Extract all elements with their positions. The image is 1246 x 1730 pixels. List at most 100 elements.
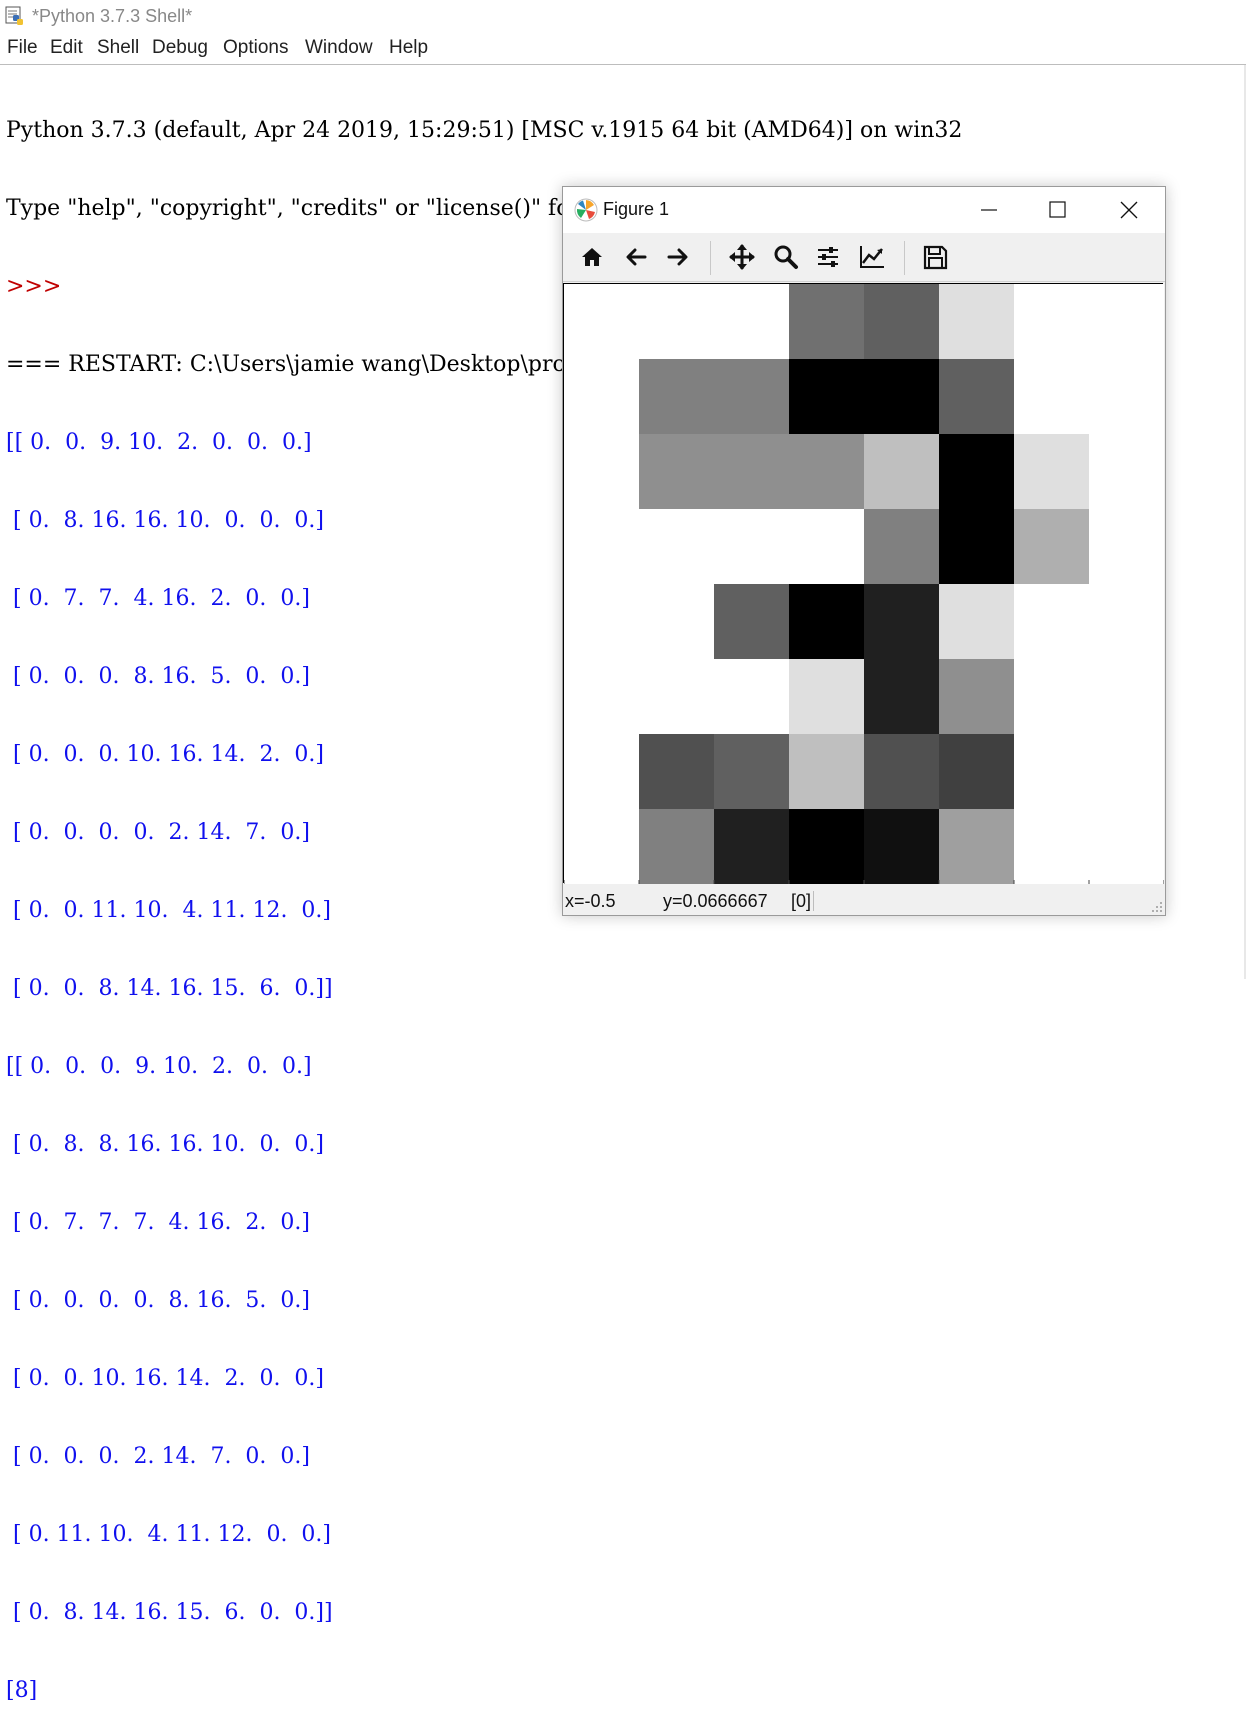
heatmap-cell — [1089, 584, 1164, 660]
forward-icon[interactable] — [663, 242, 693, 272]
heatmap-cell — [1089, 659, 1164, 735]
heatmap-cell — [789, 734, 865, 810]
digit-image — [564, 284, 1164, 884]
heatmap-cell — [714, 584, 790, 660]
heatmap-cell — [864, 659, 940, 735]
heatmap-cell — [1014, 359, 1090, 435]
heatmap-cell — [939, 509, 1015, 585]
heatmap-cell — [639, 434, 715, 510]
output-line: [ 0. 7. 7. 7. 4. 16. 2. 0.] — [6, 1210, 310, 1235]
heatmap-cell — [714, 509, 790, 585]
menu-help[interactable]: Help — [389, 37, 428, 59]
heatmap-cell — [564, 659, 640, 735]
figure-window: Figure 1 x=-0.5 y=0.0666667 [0] — [562, 186, 1166, 916]
heatmap-cell — [1014, 659, 1090, 735]
heatmap-cell — [714, 359, 790, 435]
figure-title: Figure 1 — [603, 199, 670, 219]
toolbar-separator — [710, 241, 711, 275]
menu-shell[interactable]: Shell — [97, 37, 139, 59]
maximize-button[interactable] — [1029, 191, 1085, 229]
heatmap-cell — [939, 809, 1015, 884]
matplotlib-logo-icon — [574, 198, 598, 222]
home-icon[interactable] — [577, 242, 607, 272]
edit-axes-icon[interactable] — [857, 242, 887, 272]
menu-edit[interactable]: Edit — [50, 37, 83, 59]
banner-line: Python 3.7.3 (default, Apr 24 2019, 15:2… — [6, 118, 963, 143]
output-line: [ 0. 0. 8. 14. 16. 15. 6. 0.]] — [6, 976, 333, 1001]
heatmap-cell — [1089, 284, 1164, 360]
heatmap-cell — [714, 659, 790, 735]
output-line: [8] — [6, 1678, 38, 1703]
output-line: [ 0. 8. 14. 16. 15. 6. 0. 0.]] — [6, 1600, 333, 1625]
save-icon[interactable] — [920, 242, 950, 272]
heatmap-cell — [1089, 734, 1164, 810]
heatmap-cell — [864, 734, 940, 810]
shell-title-bar: *Python 3.7.3 Shell* — [0, 0, 1246, 33]
heatmap-cell — [564, 509, 640, 585]
window-title: *Python 3.7.3 Shell* — [32, 6, 193, 26]
heatmap-cell — [714, 284, 790, 360]
heatmap-cell — [789, 659, 865, 735]
heatmap-cell — [564, 584, 640, 660]
output-line: [ 0. 0. 0. 2. 14. 7. 0. 0.] — [6, 1444, 310, 1469]
heatmap-cell — [939, 734, 1015, 810]
back-icon[interactable] — [621, 242, 651, 272]
menu-debug[interactable]: Debug — [152, 37, 208, 59]
heatmap-cell — [789, 584, 865, 660]
heatmap-cell — [864, 359, 940, 435]
heatmap-cell — [864, 284, 940, 360]
heatmap-cell — [789, 809, 865, 884]
heatmap-cell — [864, 584, 940, 660]
heatmap-cell — [1014, 434, 1090, 510]
cursor-y-readout: y=0.0666667 — [663, 891, 768, 911]
close-button[interactable] — [1101, 191, 1157, 229]
heatmap-cell — [1014, 509, 1090, 585]
heatmap-cell — [1089, 434, 1164, 510]
zoom-icon[interactable] — [771, 242, 801, 272]
pan-icon[interactable] — [727, 242, 757, 272]
heatmap-cell — [1014, 284, 1090, 360]
heatmap-cell — [1089, 809, 1164, 884]
heatmap-cell — [639, 284, 715, 360]
heatmap-cell — [1089, 359, 1164, 435]
heatmap-cell — [939, 584, 1015, 660]
menu-file[interactable]: File — [7, 37, 38, 59]
heatmap-cell — [864, 809, 940, 884]
heatmap-cell — [714, 434, 790, 510]
heatmap-cell — [639, 659, 715, 735]
heatmap-cell — [1014, 584, 1090, 660]
pixel-value-readout: [0] — [791, 891, 812, 911]
heatmap-cell — [564, 284, 640, 360]
heatmap-cell — [1014, 734, 1090, 810]
minimize-button[interactable] — [961, 191, 1017, 229]
status-divider — [813, 891, 814, 911]
figure-title-bar[interactable]: Figure 1 — [563, 187, 1165, 233]
heatmap-cell — [639, 809, 715, 884]
heatmap-cell — [789, 284, 865, 360]
heatmap-cell — [789, 359, 865, 435]
plot-canvas[interactable] — [563, 283, 1164, 884]
heatmap-cell — [1014, 809, 1090, 884]
menu-options[interactable]: Options — [223, 37, 288, 59]
resize-grip-icon[interactable] — [1151, 901, 1163, 913]
heatmap-cell — [639, 584, 715, 660]
heatmap-cell — [639, 734, 715, 810]
heatmap-cell — [1089, 509, 1164, 585]
heatmap-cell — [939, 434, 1015, 510]
heatmap-cell — [564, 734, 640, 810]
heatmap-cell — [939, 284, 1015, 360]
heatmap-cell — [789, 434, 865, 510]
heatmap-cell — [864, 509, 940, 585]
menu-window[interactable]: Window — [305, 37, 373, 59]
heatmap-cell — [714, 734, 790, 810]
output-line: [[ 0. 0. 0. 9. 10. 2. 0. 0.] — [6, 1054, 312, 1079]
heatmap-cell — [939, 359, 1015, 435]
configure-subplots-icon[interactable] — [813, 242, 843, 272]
menu-bar: File Edit Shell Debug Options Window Hel… — [0, 35, 1246, 63]
figure-status-bar: x=-0.5 y=0.0666667 [0] — [563, 887, 1165, 915]
output-line: [ 0. 0. 10. 16. 14. 2. 0. 0.] — [6, 1366, 324, 1391]
figure-toolbar — [563, 233, 1165, 282]
output-line: [ 0. 0. 0. 0. 8. 16. 5. 0.] — [6, 1288, 310, 1313]
heatmap-cell — [939, 659, 1015, 735]
heatmap-cell — [639, 509, 715, 585]
